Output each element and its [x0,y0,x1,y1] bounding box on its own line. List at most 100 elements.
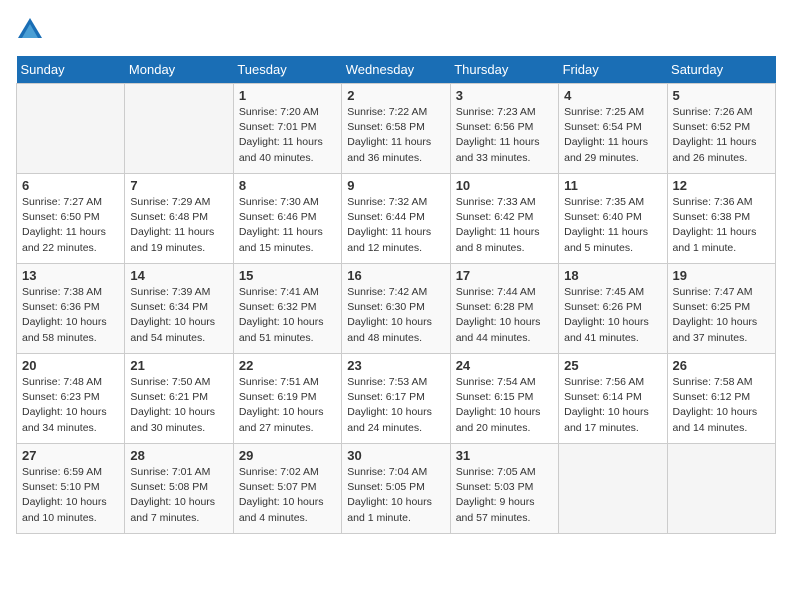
day-number: 1 [239,88,336,103]
calendar-cell: 29 Sunrise: 7:02 AM Sunset: 5:07 PM Dayli… [233,444,341,534]
day-number: 28 [130,448,227,463]
calendar-cell: 31Sunrise: 7:05 AM Sunset: 5:03 PM Dayli… [450,444,558,534]
day-number: 2 [347,88,444,103]
day-info: Sunrise: 7:35 AM Sunset: 6:40 PM Dayligh… [564,195,661,256]
day-info: Sunrise: 7:25 AM Sunset: 6:54 PM Dayligh… [564,105,661,166]
logo-icon [16,16,44,44]
day-info: Sunrise: 7:51 AM Sunset: 6:19 PM Dayligh… [239,375,336,436]
calendar-cell: 11 Sunrise: 7:35 AM Sunset: 6:40 PM Dayli… [559,174,667,264]
day-info: Sunrise: 7:29 AM Sunset: 6:48 PM Dayligh… [130,195,227,256]
day-info: Sunrise: 7:53 AM Sunset: 6:17 PM Dayligh… [347,375,444,436]
day-number: 17 [456,268,553,283]
calendar-cell: 3Sunrise: 7:23 AM Sunset: 6:56 PM Daylig… [450,84,558,174]
day-info: Sunrise: 7:56 AM Sunset: 6:14 PM Dayligh… [564,375,661,436]
day-number: 12 [673,178,770,193]
calendar-cell: 2 Sunrise: 7:22 AM Sunset: 6:58 PM Daylig… [342,84,450,174]
day-info: Sunrise: 7:32 AM Sunset: 6:44 PM Dayligh… [347,195,444,256]
calendar-cell: 28 Sunrise: 7:01 AM Sunset: 5:08 PM Dayli… [125,444,233,534]
week-row-5: 27 Sunrise: 6:59 AM Sunset: 5:10 PM Dayli… [17,444,776,534]
calendar-table: SundayMondayTuesdayWednesdayThursdayFrid… [16,56,776,534]
day-info: Sunrise: 7:20 AM Sunset: 7:01 PM Dayligh… [239,105,336,166]
day-number: 7 [130,178,227,193]
day-info: Sunrise: 7:54 AM Sunset: 6:15 PM Dayligh… [456,375,553,436]
day-info: Sunrise: 7:23 AM Sunset: 6:56 PM Dayligh… [456,105,553,166]
day-number: 13 [22,268,119,283]
day-info: Sunrise: 7:01 AM Sunset: 5:08 PM Dayligh… [130,465,227,526]
weekday-header-sunday: Sunday [17,56,125,84]
calendar-cell: 18 Sunrise: 7:45 AM Sunset: 6:26 PM Dayli… [559,264,667,354]
day-number: 15 [239,268,336,283]
calendar-cell: 4 Sunrise: 7:25 AM Sunset: 6:54 PM Daylig… [559,84,667,174]
weekday-header-wednesday: Wednesday [342,56,450,84]
day-info: Sunrise: 7:58 AM Sunset: 6:12 PM Dayligh… [673,375,770,436]
day-number: 9 [347,178,444,193]
header [16,16,776,44]
day-info: Sunrise: 7:26 AM Sunset: 6:52 PM Dayligh… [673,105,770,166]
week-row-1: 1 Sunrise: 7:20 AM Sunset: 7:01 PM Daylig… [17,84,776,174]
calendar-cell: 8Sunrise: 7:30 AM Sunset: 6:46 PM Daylig… [233,174,341,264]
day-number: 10 [456,178,553,193]
day-number: 20 [22,358,119,373]
weekday-header-friday: Friday [559,56,667,84]
weekday-header-monday: Monday [125,56,233,84]
calendar-cell: 5 Sunrise: 7:26 AM Sunset: 6:52 PM Daylig… [667,84,775,174]
day-info: Sunrise: 7:30 AM Sunset: 6:46 PM Dayligh… [239,195,336,256]
day-info: Sunrise: 7:22 AM Sunset: 6:58 PM Dayligh… [347,105,444,166]
calendar-cell: 6 Sunrise: 7:27 AM Sunset: 6:50 PM Daylig… [17,174,125,264]
day-info: Sunrise: 7:38 AM Sunset: 6:36 PM Dayligh… [22,285,119,346]
calendar-cell [667,444,775,534]
calendar-cell [559,444,667,534]
calendar-cell: 27 Sunrise: 6:59 AM Sunset: 5:10 PM Dayli… [17,444,125,534]
day-info: Sunrise: 7:50 AM Sunset: 6:21 PM Dayligh… [130,375,227,436]
day-number: 14 [130,268,227,283]
day-info: Sunrise: 7:02 AM Sunset: 5:07 PM Dayligh… [239,465,336,526]
logo [16,16,48,44]
calendar-cell: 17 Sunrise: 7:44 AM Sunset: 6:28 PM Dayli… [450,264,558,354]
day-number: 18 [564,268,661,283]
weekday-header-saturday: Saturday [667,56,775,84]
day-info: Sunrise: 7:45 AM Sunset: 6:26 PM Dayligh… [564,285,661,346]
week-row-3: 13 Sunrise: 7:38 AM Sunset: 6:36 PM Dayli… [17,264,776,354]
day-info: Sunrise: 7:44 AM Sunset: 6:28 PM Dayligh… [456,285,553,346]
day-number: 25 [564,358,661,373]
calendar-cell: 10Sunrise: 7:33 AM Sunset: 6:42 PM Dayli… [450,174,558,264]
day-number: 11 [564,178,661,193]
day-info: Sunrise: 7:39 AM Sunset: 6:34 PM Dayligh… [130,285,227,346]
calendar-cell: 16 Sunrise: 7:42 AM Sunset: 6:30 PM Dayli… [342,264,450,354]
day-number: 19 [673,268,770,283]
day-info: Sunrise: 7:27 AM Sunset: 6:50 PM Dayligh… [22,195,119,256]
day-info: Sunrise: 6:59 AM Sunset: 5:10 PM Dayligh… [22,465,119,526]
calendar-cell: 12 Sunrise: 7:36 AM Sunset: 6:38 PM Dayli… [667,174,775,264]
day-number: 5 [673,88,770,103]
day-info: Sunrise: 7:36 AM Sunset: 6:38 PM Dayligh… [673,195,770,256]
day-number: 30 [347,448,444,463]
weekday-header-thursday: Thursday [450,56,558,84]
weekday-header-tuesday: Tuesday [233,56,341,84]
day-info: Sunrise: 7:05 AM Sunset: 5:03 PM Dayligh… [456,465,553,526]
calendar-cell: 26Sunrise: 7:58 AM Sunset: 6:12 PM Dayli… [667,354,775,444]
calendar-cell: 14 Sunrise: 7:39 AM Sunset: 6:34 PM Dayli… [125,264,233,354]
calendar-cell: 1 Sunrise: 7:20 AM Sunset: 7:01 PM Daylig… [233,84,341,174]
calendar-cell: 21 Sunrise: 7:50 AM Sunset: 6:21 PM Dayli… [125,354,233,444]
calendar-cell: 24 Sunrise: 7:54 AM Sunset: 6:15 PM Dayli… [450,354,558,444]
day-number: 29 [239,448,336,463]
day-info: Sunrise: 7:47 AM Sunset: 6:25 PM Dayligh… [673,285,770,346]
calendar-cell: 19 Sunrise: 7:47 AM Sunset: 6:25 PM Dayli… [667,264,775,354]
day-number: 23 [347,358,444,373]
calendar-cell: 20Sunrise: 7:48 AM Sunset: 6:23 PM Dayli… [17,354,125,444]
day-info: Sunrise: 7:04 AM Sunset: 5:05 PM Dayligh… [347,465,444,526]
week-row-4: 20Sunrise: 7:48 AM Sunset: 6:23 PM Dayli… [17,354,776,444]
day-number: 16 [347,268,444,283]
calendar-cell: 15 Sunrise: 7:41 AM Sunset: 6:32 PM Dayli… [233,264,341,354]
day-number: 21 [130,358,227,373]
calendar-header: SundayMondayTuesdayWednesdayThursdayFrid… [17,56,776,84]
day-number: 24 [456,358,553,373]
calendar-cell: 25 Sunrise: 7:56 AM Sunset: 6:14 PM Dayli… [559,354,667,444]
day-info: Sunrise: 7:41 AM Sunset: 6:32 PM Dayligh… [239,285,336,346]
day-number: 27 [22,448,119,463]
calendar-cell [125,84,233,174]
calendar-cell [17,84,125,174]
day-info: Sunrise: 7:42 AM Sunset: 6:30 PM Dayligh… [347,285,444,346]
day-number: 4 [564,88,661,103]
day-number: 6 [22,178,119,193]
